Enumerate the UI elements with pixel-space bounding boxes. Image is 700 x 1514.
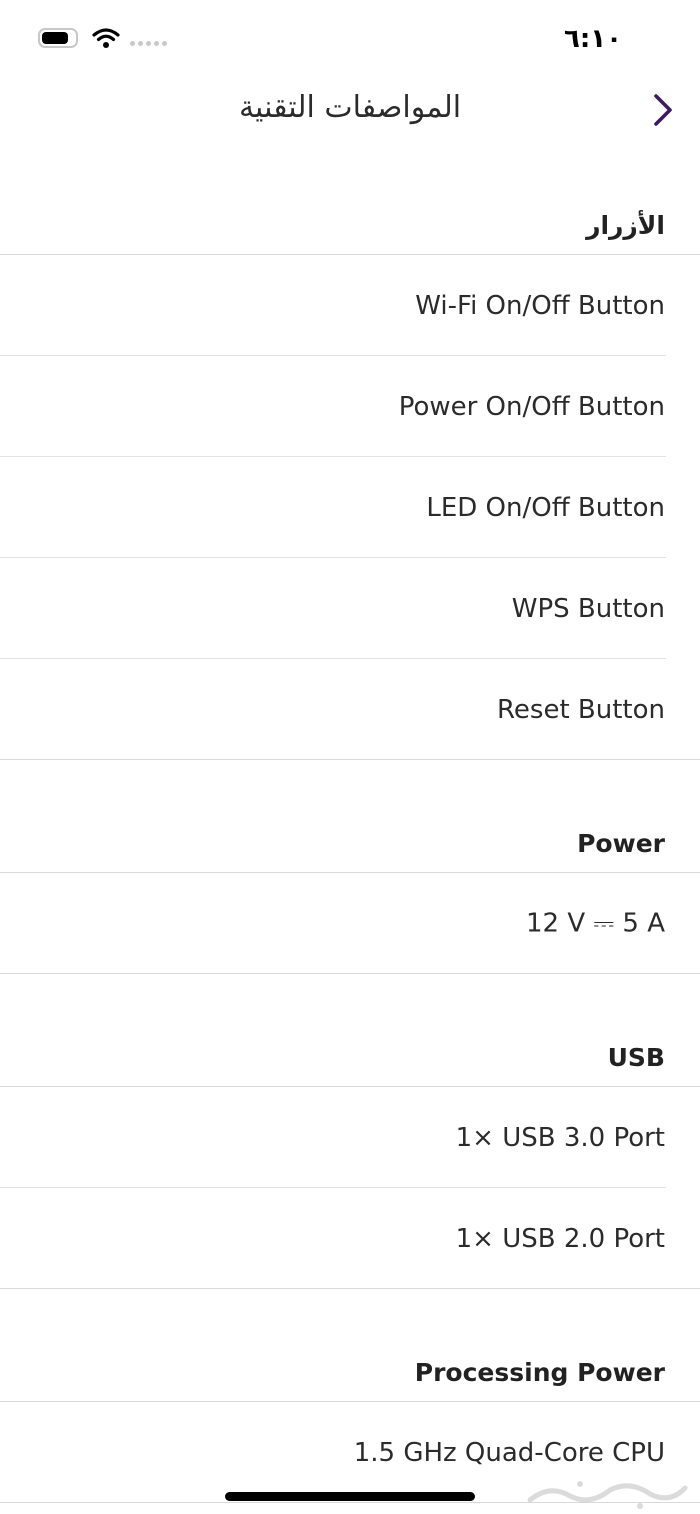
section-header-usb: USB [0, 974, 700, 1087]
list-item: Reset Button [0, 659, 700, 760]
status-time: ٦:١٠ [563, 24, 622, 54]
section-header-power: Power [0, 760, 700, 873]
cellular-signal-icon [130, 41, 167, 46]
home-indicator[interactable] [225, 1492, 475, 1501]
battery-icon [38, 28, 78, 48]
list-item: Power On/Off Button [0, 356, 700, 457]
list-item: 1× USB 3.0 Port [0, 1087, 700, 1188]
wifi-icon [92, 28, 120, 48]
page-title: المواصفات التقنية [238, 90, 462, 125]
list-item: 12 V ⎓ 5 A [0, 873, 700, 974]
section-header-processing-power: Processing Power [0, 1289, 700, 1402]
watermark-logo [527, 1481, 688, 1509]
list-item: LED On/Off Button [0, 457, 700, 558]
list-item: WPS Button [0, 558, 700, 659]
nav-header: المواصفات التقنية [0, 76, 700, 150]
status-bar: ٦:١٠ [0, 0, 700, 76]
section-header-buttons: الأزرار [0, 150, 700, 255]
chevron-right-icon[interactable] [648, 90, 678, 130]
list-item: Wi-Fi On/Off Button [0, 255, 700, 356]
list-item: 1× USB 2.0 Port [0, 1188, 700, 1289]
spec-list: الأزرار Wi-Fi On/Off Button Power On/Off… [0, 150, 700, 1503]
